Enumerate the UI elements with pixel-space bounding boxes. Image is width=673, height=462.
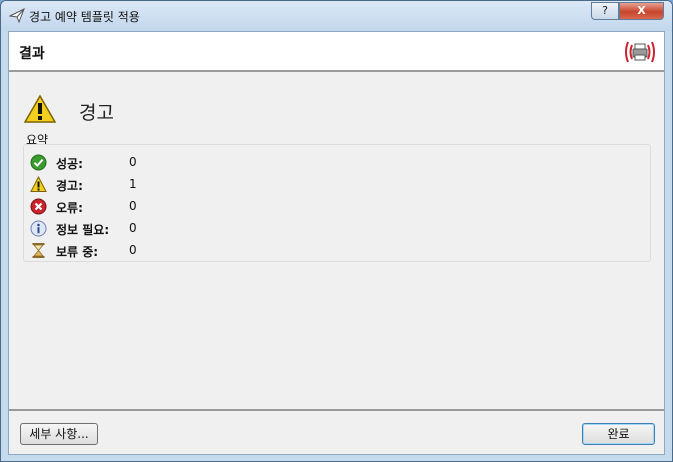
summary-row-value: 0 [129, 243, 137, 257]
summary-row-pending: 보류 중: 0 [30, 241, 330, 261]
dialog-client: 결과 경고 요약 성공: 0 경고: 1 오류: 0 정보 필요: 0 보류 중… [8, 31, 665, 455]
summary-row-warning: 경고: 1 [30, 175, 330, 195]
summary-panel: 성공: 0 경고: 1 오류: 0 정보 필요: 0 보류 중: 0 [23, 144, 651, 262]
warning-large-icon [24, 94, 56, 123]
summary-row-label: 오류: [56, 201, 83, 215]
close-button[interactable]: X [619, 2, 664, 20]
summary-row-label: 정보 필요: [56, 223, 110, 237]
help-button[interactable]: ? [591, 2, 619, 20]
summary-row-error: 오류: 0 [30, 197, 330, 217]
result-status-text: 경고 [79, 102, 114, 124]
window-title: 경고 예약 템플릿 적용 [29, 10, 140, 24]
results-header: 결과 [9, 32, 664, 72]
details-button[interactable]: 세부 사항... [20, 423, 98, 445]
summary-row-label: 보류 중: [56, 245, 99, 259]
summary-row-label: 성공: [56, 157, 83, 171]
error-icon [30, 198, 47, 215]
printer-broadcast-icon [625, 41, 655, 63]
summary-row-value: 0 [129, 221, 137, 235]
summary-row-value: 0 [129, 199, 137, 213]
warning-icon [30, 176, 47, 192]
title-bar[interactable]: 경고 예약 템플릿 적용 ? X [1, 1, 672, 31]
summary-row-value: 0 [129, 155, 137, 169]
success-check-icon [30, 154, 47, 171]
ok-button[interactable]: 완료 [582, 423, 655, 445]
info-icon [30, 220, 47, 237]
hourglass-icon [32, 243, 45, 258]
send-arrow-icon [9, 7, 25, 23]
page-title: 결과 [19, 46, 45, 62]
summary-row-value: 1 [129, 177, 137, 191]
summary-row-success: 성공: 0 [30, 153, 330, 173]
summary-row-label: 경고: [56, 179, 83, 193]
dialog-window: 경고 예약 템플릿 적용 ? X 결과 경고 요약 성공: 0 경고: 1 오류… [0, 0, 673, 462]
footer-divider [9, 409, 664, 411]
summary-row-info: 정보 필요: 0 [30, 219, 330, 239]
